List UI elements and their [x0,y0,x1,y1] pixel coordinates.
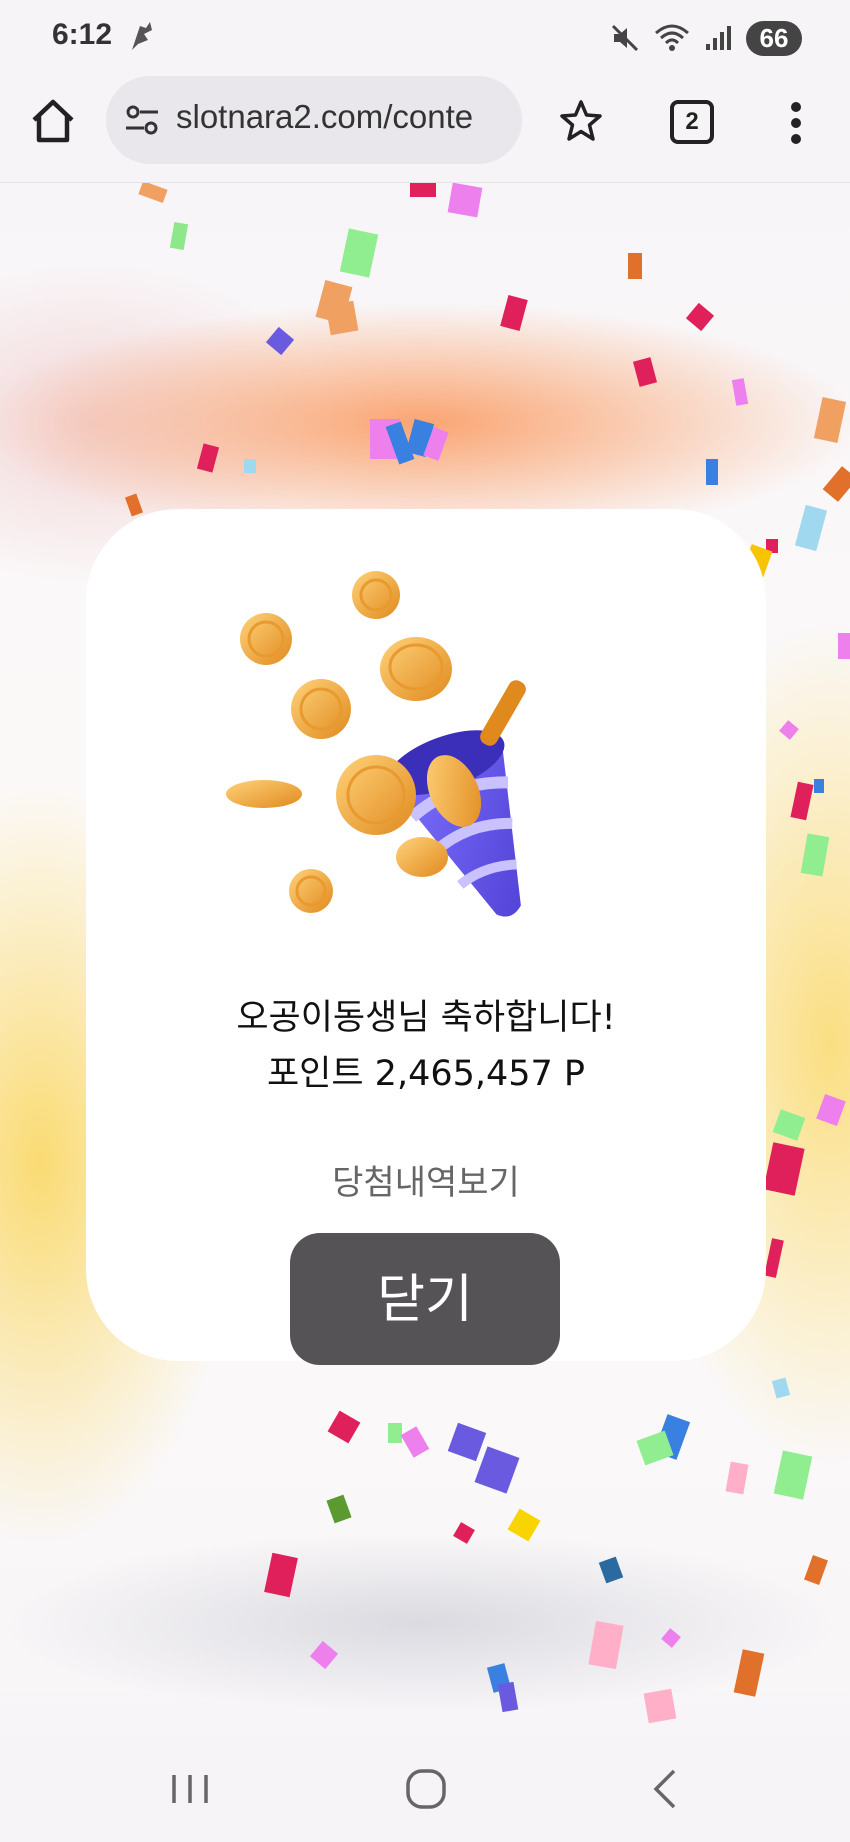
confetti [507,1508,541,1542]
confetti [706,459,718,485]
confetti [661,1628,681,1648]
confetti [838,633,850,659]
congratulations-message: 오공이동생님 축하합니다! [236,998,616,1038]
confetti [794,504,828,552]
confetti [124,493,144,517]
confetti [327,1410,361,1444]
confetti [339,228,379,278]
site-settings-icon[interactable] [124,102,160,138]
confetti [447,183,483,218]
confetti [772,1109,806,1141]
confetti [244,459,256,473]
confetti [500,294,528,332]
back-icon[interactable] [640,1763,692,1815]
confetti [816,1094,846,1126]
more-menu-icon[interactable] [782,98,810,148]
confetti [725,1461,749,1495]
confetti [309,1640,339,1670]
confetti [400,1426,430,1458]
confetti [453,1522,475,1544]
confetti [628,253,642,279]
address-bar[interactable]: slotnara2.com/conte [106,76,522,164]
recent-apps-icon[interactable] [164,1763,216,1815]
confetti [632,357,658,387]
confetti [731,378,749,406]
home-nav-icon[interactable] [400,1763,452,1815]
bookmark-star-icon[interactable] [558,98,604,144]
confetti [779,720,799,740]
page-content: 오공이동생님 축하합니다! 포인트 2,465,457 P 당첨내역보기 닫기 [0,183,850,1735]
home-icon[interactable] [28,96,78,146]
status-bar: 6:12 66 [0,0,850,76]
confetti [598,1556,624,1584]
signal-icon [706,26,731,50]
confetti [447,1422,487,1462]
confetti [388,1423,402,1443]
url-text[interactable]: slotnara2.com/conte [176,98,516,136]
confetti [264,1552,298,1598]
confetti [474,1446,520,1494]
confetti [497,1681,519,1713]
confetti [265,326,295,356]
confetti [764,1238,784,1278]
view-history-link[interactable]: 당첨내역보기 [86,1155,766,1204]
confetti [771,1377,791,1399]
confetti [325,300,359,336]
notification-app-icon [132,22,152,50]
confetti [822,466,850,502]
confetti [685,302,715,332]
confetti [800,833,830,877]
mute-icon [611,24,639,52]
coin-party-popper-illustration [226,571,526,917]
confetti [326,1494,352,1524]
system-nav-bar [0,1735,850,1842]
confetti [814,779,824,793]
confetti [643,1688,677,1724]
reward-dialog: 오공이동생님 축하합니다! 포인트 2,465,457 P 당첨내역보기 닫기 [86,509,766,1365]
tab-switcher-icon[interactable]: 2 [670,100,714,144]
confetti [790,781,814,821]
confetti [410,183,436,197]
confetti [169,221,189,251]
confetti [588,1620,624,1670]
confetti [138,183,168,204]
confetti [804,1555,828,1585]
confetti [763,1142,805,1196]
confetti [813,396,847,444]
confetti [733,1649,765,1697]
confetti [196,443,220,473]
battery-icon: 66 [746,20,802,56]
status-time: 6:12 [52,18,113,51]
wifi-icon [655,24,689,51]
confetti [773,1450,813,1500]
browser-toolbar: slotnara2.com/conte 2 [0,76,850,183]
close-button[interactable]: 닫기 [290,1233,560,1365]
points-amount: 포인트 2,465,457 P [266,1054,586,1094]
